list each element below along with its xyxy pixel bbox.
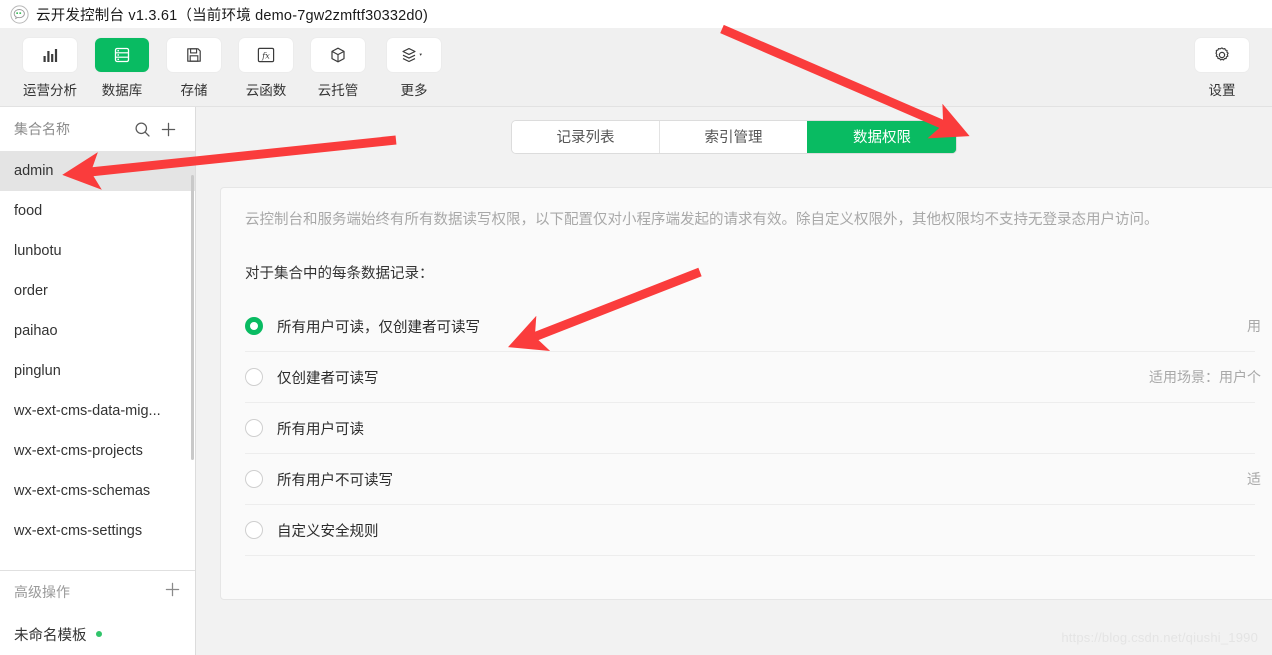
radio-icon[interactable] (245, 368, 263, 387)
radio-icon[interactable] (245, 419, 263, 438)
advanced-operations-header: 高级操作 (0, 571, 195, 613)
tab-label: 数据权限 (853, 130, 911, 146)
status-dot-icon (95, 631, 102, 637)
title-bar: 云开发控制台 v1.3.61（当前环境 demo-7gw2zmftf30332d… (0, 0, 1272, 28)
collection-label: lunbotu (14, 243, 62, 259)
window-title: 云开发控制台 v1.3.61（当前环境 demo-7gw2zmftf30332d… (36, 7, 428, 24)
advanced-operations-title: 高级操作 (14, 584, 70, 600)
collections-list[interactable]: admin food lunbotu order paihao pinglun … (0, 151, 195, 570)
toolbar-item-cloud-hosting[interactable]: 云托管 (302, 38, 374, 99)
toolbar-item-label: 设置 (1208, 83, 1236, 98)
option-scene-text: 用 (1247, 318, 1261, 335)
option-scene-text: 适 (1247, 471, 1261, 488)
sidebar-item-admin[interactable]: admin (0, 151, 195, 191)
collection-label: wx-ext-cms-data-mig... (14, 403, 161, 419)
collection-label: wx-ext-cms-settings (14, 523, 143, 539)
sidebar-item-unnamed-template[interactable]: 未命名模板 (0, 613, 195, 655)
collection-label: food (14, 203, 43, 219)
permission-notice: 云控制台和服务端始终有所有数据读写权限，以下配置仅对小程序端发起的请求有效。除自… (245, 212, 1159, 228)
option-label: 所有用户可读 (277, 421, 364, 438)
collection-label: admin (14, 163, 54, 179)
bar-chart-icon (23, 38, 77, 72)
collections-sidebar: 集合名称 admin food lunbotu order paihao pin… (0, 107, 196, 655)
cube-icon (311, 38, 365, 72)
sidebar-scrollbar[interactable] (191, 175, 194, 460)
tab-label: 记录列表 (556, 130, 615, 146)
radio-icon[interactable] (245, 317, 263, 336)
sidebar-item-order[interactable]: order (0, 271, 195, 311)
permission-option-all-read-creator-write[interactable]: 所有用户可读，仅创建者可读写 用 (245, 301, 1261, 353)
toolbar-item-more[interactable]: 更多 (374, 38, 454, 99)
plus-icon[interactable] (155, 121, 181, 138)
main-content: 记录列表 索引管理 数据权限 云控制台和服务端始终有所有数据读写权限，以下配置仅… (196, 107, 1272, 655)
tab-group: 记录列表 索引管理 数据权限 (512, 120, 956, 153)
radio-icon[interactable] (245, 521, 263, 540)
app-window: 云开发控制台 v1.3.61（当前环境 demo-7gw2zmftf30332d… (0, 0, 1272, 655)
tab-label: 索引管理 (704, 130, 763, 146)
permission-option-creator-only[interactable]: 仅创建者可读写 适用场景：用户个 (245, 352, 1261, 404)
sidebar-item-pinglun[interactable]: pinglun (0, 351, 195, 391)
tab-record-list[interactable]: 记录列表 (512, 120, 660, 153)
tab-data-permission[interactable]: 数据权限 (808, 120, 956, 153)
option-scene-text: 适用场景：用户个 (1149, 369, 1261, 386)
save-disk-icon (167, 38, 221, 72)
content-split: 集合名称 admin food lunbotu order paihao pin… (0, 107, 1272, 655)
permission-option-all-read[interactable]: 所有用户可读 (245, 403, 1255, 455)
collection-label: paihao (14, 323, 58, 339)
sidebar-item-wx-ext-cms-settings[interactable]: wx-ext-cms-settings (0, 511, 195, 551)
sidebar-footer: 高级操作 未命名模板 (0, 570, 195, 655)
main-toolbar: 运营分析 数据库 存储 fx 云函数 云托管 更多 设置 (0, 28, 1272, 107)
wechat-devtools-logo-icon (10, 4, 29, 24)
sidebar-item-wx-ext-cms-schemas[interactable]: wx-ext-cms-schemas (0, 471, 195, 511)
svg-text:fx: fx (261, 51, 270, 61)
plus-icon[interactable] (164, 581, 181, 603)
collection-label: pinglun (14, 363, 61, 379)
toolbar-item-database[interactable]: 数据库 (86, 38, 158, 99)
toolbar-item-storage[interactable]: 存储 (158, 38, 230, 99)
option-label: 所有用户可读，仅创建者可读写 (277, 319, 480, 336)
layers-icon (387, 38, 441, 72)
permission-subhead: 对于集合中的每条数据记录： (245, 266, 434, 283)
toolbar-item-operations-analysis[interactable]: 运营分析 (14, 38, 86, 99)
permission-option-custom-rules[interactable]: 自定义安全规则 (245, 505, 1255, 557)
toolbar-item-label: 更多 (400, 83, 428, 98)
sidebar-header: 集合名称 (0, 107, 195, 151)
sidebar-item-lunbotu[interactable]: lunbotu (0, 231, 195, 271)
permission-options: 所有用户可读，仅创建者可读写 用 仅创建者可读写 适用场景：用户个 所有用户可读 (245, 301, 1261, 557)
toolbar-item-label: 云函数 (245, 83, 287, 98)
gear-icon (1195, 38, 1249, 72)
option-label: 自定义安全规则 (277, 523, 379, 540)
toolbar-item-label: 数据库 (101, 83, 143, 98)
sidebar-item-food[interactable]: food (0, 191, 195, 231)
template-label: 未命名模板 (14, 627, 87, 644)
database-icon (95, 38, 149, 72)
watermark: https://blog.csdn.net/qiushi_1990 (1061, 630, 1258, 645)
toolbar-item-label: 存储 (180, 83, 208, 98)
sidebar-item-wx-ext-cms-projects[interactable]: wx-ext-cms-projects (0, 431, 195, 471)
sidebar-item-paihao[interactable]: paihao (0, 311, 195, 351)
option-label: 所有用户不可读写 (277, 472, 393, 489)
toolbar-item-settings[interactable]: 设置 (1186, 38, 1258, 99)
permission-panel: 云控制台和服务端始终有所有数据读写权限，以下配置仅对小程序端发起的请求有效。除自… (220, 187, 1272, 600)
tab-index-management[interactable]: 索引管理 (660, 120, 808, 153)
radio-icon[interactable] (245, 470, 263, 489)
toolbar-item-label: 云托管 (317, 83, 359, 98)
option-label: 仅创建者可读写 (277, 370, 379, 387)
search-icon[interactable] (129, 121, 155, 138)
sidebar-title: 集合名称 (14, 121, 70, 137)
toolbar-item-label: 运营分析 (23, 83, 77, 98)
fx-function-icon: fx (239, 38, 293, 72)
collection-label: order (14, 283, 48, 299)
collection-label: wx-ext-cms-projects (14, 443, 143, 459)
collection-label: wx-ext-cms-schemas (14, 483, 151, 499)
sidebar-item-wx-ext-cms-data-migrate[interactable]: wx-ext-cms-data-mig... (0, 391, 195, 431)
permission-option-none[interactable]: 所有用户不可读写 适 (245, 454, 1261, 506)
tabs-row: 记录列表 索引管理 数据权限 (196, 107, 1272, 162)
toolbar-item-cloud-function[interactable]: fx 云函数 (230, 38, 302, 99)
